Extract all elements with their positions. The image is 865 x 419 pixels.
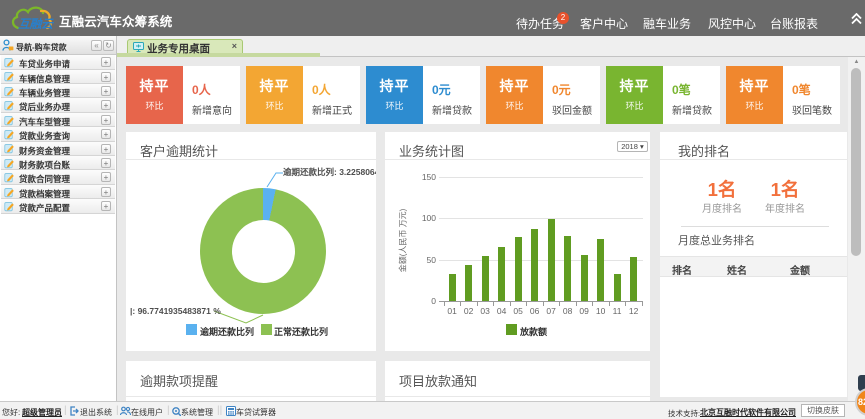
svg-text:互融云: 互融云 <box>18 17 55 31</box>
